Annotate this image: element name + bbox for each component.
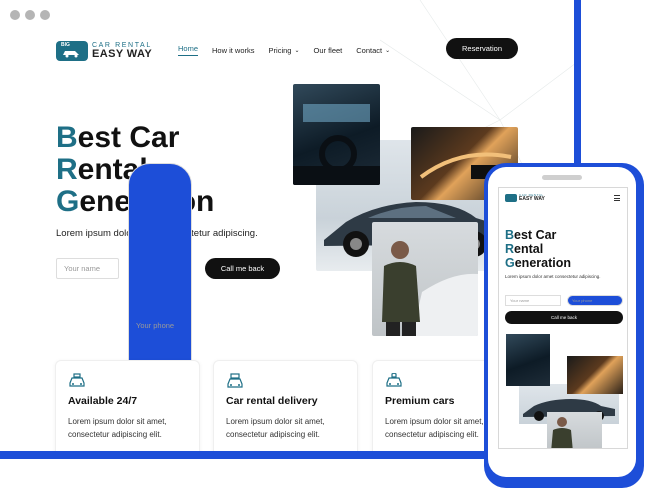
car-interior-photo: [293, 84, 380, 185]
nav-contact-label: Contact: [356, 45, 383, 55]
phone-body: CAR RENTAL EASY WAY Best Car Rental Gene…: [488, 167, 636, 477]
window-dot[interactable]: [40, 10, 50, 20]
hero-cap-b: B: [56, 121, 78, 154]
chevron-down-icon: ⌄: [385, 47, 391, 54]
feature-text: Lorem ipsum dolor sit amet, consectetur …: [226, 417, 325, 439]
main-nav: Home How it works Pricing ⌄ Our fleet Co…: [178, 44, 390, 56]
brand-logo[interactable]: BIG CAR RENTAL EASY WAY: [56, 41, 152, 61]
logo-car-icon: [63, 51, 79, 58]
nav-our-fleet[interactable]: Our fleet: [314, 44, 343, 56]
mobile-brand-logo[interactable]: CAR RENTAL EASY WAY: [505, 194, 545, 202]
mobile-hero-cap-g: G: [505, 256, 515, 270]
frame-accent-bottom: [0, 451, 490, 459]
premium-car-icon: [386, 373, 402, 387]
nav-how-it-works-label: How it works: [212, 45, 255, 55]
mobile-hero-cap-r: R: [505, 242, 515, 256]
nav-our-fleet-label: Our fleet: [313, 45, 343, 55]
hamburger-menu-icon[interactable]: [614, 195, 620, 203]
feature-text: Lorem ipsum dolor sit amet, consectetur …: [68, 417, 167, 439]
chevron-down-icon: ⌄: [294, 47, 300, 54]
feature-card-available[interactable]: Available 24/7 Lorem ipsum dolor sit ame…: [55, 360, 200, 451]
taxi-icon: [69, 373, 85, 387]
mobile-dashboard-photo: [567, 356, 623, 394]
feature-title: Available 24/7: [68, 395, 138, 407]
mobile-hero-cap-b: B: [505, 228, 515, 242]
mobile-name-input[interactable]: Your name: [505, 295, 561, 306]
phone-speaker: [542, 175, 582, 180]
frame-accent-right: [574, 0, 581, 168]
window-dot[interactable]: [25, 10, 35, 20]
logo-name: EASY WAY: [92, 48, 153, 60]
delivery-car-icon: [227, 373, 243, 388]
reservation-button[interactable]: Reservation: [446, 38, 518, 59]
hero-cap-r: R: [56, 153, 78, 186]
mobile-hero-line-3: eneration: [514, 256, 571, 270]
nav-how-it-works[interactable]: How it works: [212, 44, 255, 56]
mobile-phone-input[interactable]: Your phone: [567, 295, 623, 306]
mobile-hero-title: Best Car Rental Generation: [505, 228, 571, 270]
feature-title: Car rental delivery: [226, 395, 318, 407]
name-input[interactable]: Your name: [56, 258, 119, 279]
nav-pricing[interactable]: Pricing ⌄: [269, 44, 300, 56]
call-me-back-button[interactable]: Call me back: [205, 258, 280, 279]
nav-contact[interactable]: Contact ⌄: [356, 44, 390, 56]
logo-badge: BIG: [56, 41, 88, 61]
mobile-car-interior-photo: [506, 334, 550, 386]
mobile-call-me-back-button[interactable]: Call me back: [505, 311, 623, 324]
hero-line-1: est Car: [77, 121, 180, 154]
mobile-man-with-car-photo: [547, 412, 602, 448]
mobile-hero-line-1: est Car: [514, 228, 557, 242]
feature-card-delivery[interactable]: Car rental delivery Lorem ipsum dolor si…: [213, 360, 358, 451]
phone-screen: CAR RENTAL EASY WAY Best Car Rental Gene…: [498, 187, 628, 449]
nav-pricing-label: Pricing: [268, 45, 292, 55]
mobile-logo-badge: [505, 194, 517, 202]
mobile-hero-subtitle: Lorem ipsum dolor amet consectetur adipi…: [505, 274, 601, 279]
mobile-logo-name: EASY WAY: [519, 196, 545, 202]
mobile-mockup: CAR RENTAL EASY WAY Best Car Rental Gene…: [484, 163, 644, 488]
nav-home-label: Home: [178, 44, 199, 53]
man-with-car-photo: [372, 222, 478, 336]
window-dot[interactable]: [10, 10, 20, 20]
mobile-hero-line-2: ental: [514, 242, 544, 256]
window-controls: [10, 10, 50, 20]
hero-cap-g: G: [56, 185, 80, 218]
nav-home[interactable]: Home: [178, 44, 199, 56]
